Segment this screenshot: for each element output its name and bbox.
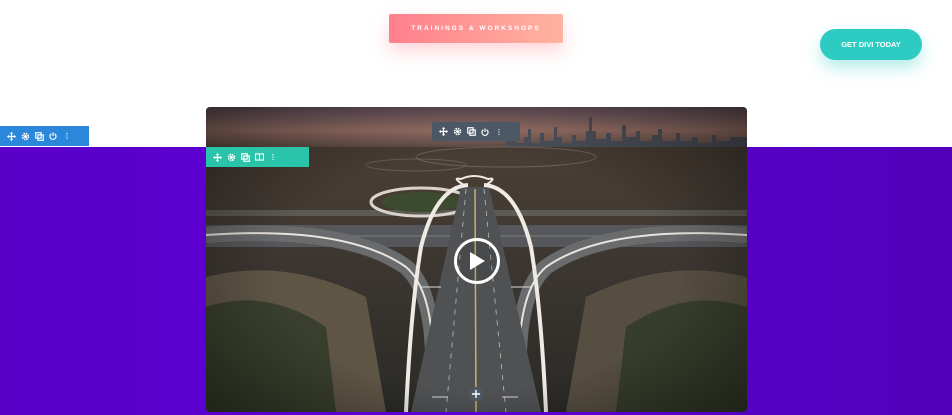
module-toolbar — [432, 122, 520, 141]
duplicate-icon[interactable] — [32, 126, 46, 146]
move-icon[interactable] — [436, 122, 450, 141]
video-play-button[interactable] — [454, 238, 500, 284]
move-icon[interactable] — [4, 126, 18, 146]
row-toolbar — [206, 147, 309, 167]
add-icon — [472, 390, 480, 398]
power-icon[interactable] — [478, 122, 492, 141]
more-icon[interactable] — [266, 147, 280, 167]
gear-icon[interactable] — [224, 147, 238, 167]
gear-icon[interactable] — [18, 126, 32, 146]
move-icon[interactable] — [210, 147, 224, 167]
more-icon[interactable] — [60, 126, 74, 146]
play-icon — [470, 252, 485, 270]
trainings-workshops-button[interactable]: TRAININGS & WORKSHOPS — [389, 14, 563, 43]
add-module-button[interactable] — [469, 387, 483, 401]
duplicate-icon[interactable] — [238, 147, 252, 167]
get-divi-today-button[interactable]: GET DIVI TODAY — [820, 29, 922, 60]
section-toolbar — [0, 126, 89, 146]
gear-icon[interactable] — [450, 122, 464, 141]
power-icon[interactable] — [46, 126, 60, 146]
duplicate-icon[interactable] — [464, 122, 478, 141]
columns-icon[interactable] — [252, 147, 266, 167]
more-icon[interactable] — [492, 122, 506, 141]
